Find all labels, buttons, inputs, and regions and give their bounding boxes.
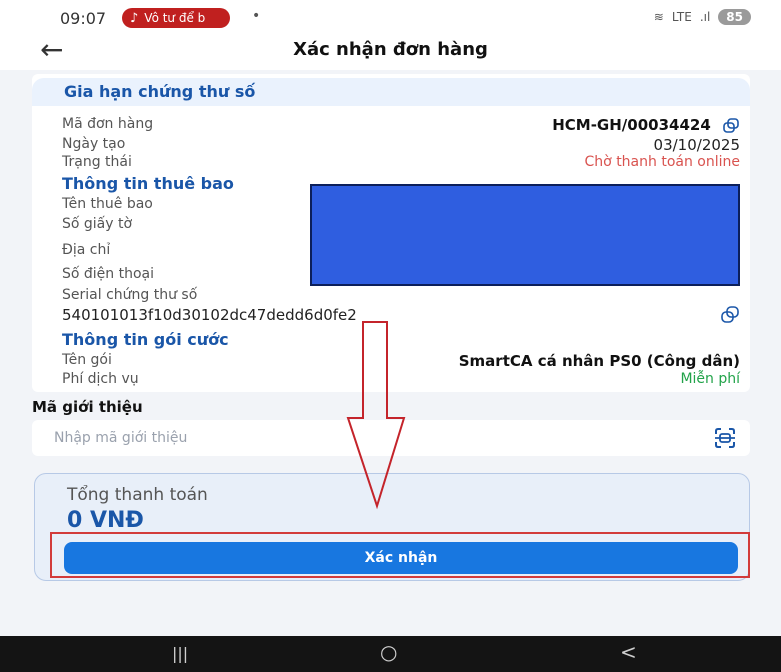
referral-title: Mã giới thiệu bbox=[32, 398, 143, 416]
package-name-label: Tên gói bbox=[62, 352, 112, 368]
lte-signal: LTE bbox=[671, 10, 692, 24]
section-title-subscriber: Thông tin thuê bao bbox=[62, 174, 234, 193]
status-value: Chờ thanh toán online bbox=[584, 154, 740, 170]
signal-icon: .ıl bbox=[699, 10, 711, 24]
total-value: 0 VNĐ bbox=[67, 508, 144, 533]
row-status: Trạng thái Chờ thanh toán online bbox=[62, 154, 740, 172]
status-time: 09:07 bbox=[60, 9, 107, 28]
serial-value: 540101013f10d30102dc47dedd6d0fe2 bbox=[62, 306, 357, 324]
section-title-package: Thông tin gói cước bbox=[62, 330, 229, 349]
created-date-value: 03/10/2025 bbox=[653, 136, 740, 154]
page-title: Xác nhận đơn hàng bbox=[293, 39, 488, 60]
status-bar: 09:07 ♪ Vô tư để b • ≋ LTE .ıl 85 bbox=[0, 0, 781, 34]
status-label: Trạng thái bbox=[62, 154, 132, 170]
tiktok-icon: ♪ bbox=[130, 10, 139, 26]
row-package-name: Tên gói SmartCA cá nhân PS0 (Công dân) bbox=[62, 352, 740, 370]
service-fee-label: Phí dịch vụ bbox=[62, 371, 139, 387]
tiktok-notification[interactable]: ♪ Vô tư để b bbox=[122, 8, 230, 28]
row-order-id: Mã đơn hàng HCM-GH/00034424 bbox=[62, 116, 740, 134]
order-id-value: HCM-GH/00034424 bbox=[552, 116, 740, 134]
total-label: Tổng thanh toán bbox=[67, 485, 208, 505]
status-icons: ≋ LTE .ıl 85 bbox=[654, 9, 751, 25]
section-title-renewal: Gia hạn chứng thư số bbox=[64, 82, 256, 101]
created-date-label: Ngày tạo bbox=[62, 136, 126, 152]
app-header: ← Xác nhận đơn hàng bbox=[0, 34, 781, 70]
status-dot: • bbox=[252, 8, 261, 24]
scan-icon[interactable] bbox=[712, 426, 738, 450]
id-number-label: Số giấy tờ bbox=[62, 216, 133, 232]
notification-text: Vô tư để b bbox=[144, 11, 206, 25]
battery-icon: 85 bbox=[718, 9, 751, 25]
system-nav-bar: ||| ○ < bbox=[0, 636, 781, 672]
order-id-label: Mã đơn hàng bbox=[62, 116, 154, 132]
referral-input[interactable]: Nhập mã giới thiệu bbox=[32, 420, 750, 456]
section-header-renewal: Gia hạn chứng thư số bbox=[32, 78, 750, 106]
phone-label: Số điện thoại bbox=[62, 266, 155, 282]
package-name-value: SmartCA cá nhân PS0 (Công dân) bbox=[458, 352, 740, 370]
row-created-date: Ngày tạo 03/10/2025 bbox=[62, 136, 740, 154]
mute-icon: ≋ bbox=[653, 10, 664, 24]
recent-apps-icon[interactable]: ||| bbox=[172, 644, 188, 663]
referral-placeholder: Nhập mã giới thiệu bbox=[54, 430, 188, 446]
address-label: Địa chỉ bbox=[62, 242, 111, 258]
redaction-box bbox=[310, 184, 740, 286]
order-id-text: HCM-GH/00034424 bbox=[552, 116, 711, 134]
serial-label: Serial chứng thư số bbox=[62, 287, 198, 303]
confirm-button[interactable]: Xác nhận bbox=[64, 542, 738, 574]
copy-icon[interactable] bbox=[722, 117, 740, 134]
nav-back-icon[interactable]: < bbox=[620, 640, 637, 664]
row-service-fee: Phí dịch vụ Miễn phí bbox=[62, 371, 740, 389]
copy-icon[interactable] bbox=[720, 306, 740, 324]
subscriber-name-label: Tên thuê bao bbox=[62, 196, 153, 212]
service-fee-value: Miễn phí bbox=[680, 371, 740, 387]
home-icon[interactable]: ○ bbox=[380, 640, 397, 664]
row-serial-label: Serial chứng thư số bbox=[62, 287, 740, 305]
